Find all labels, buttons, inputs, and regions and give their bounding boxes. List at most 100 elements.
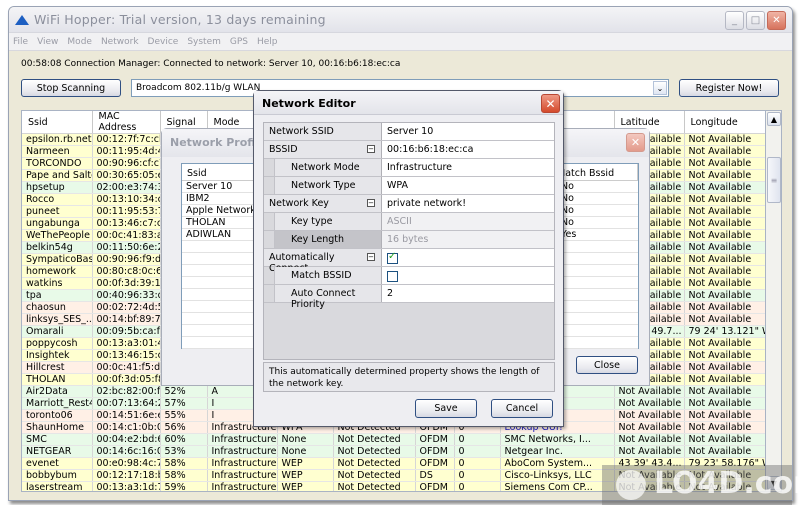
cell-mac-address: 00:02:72:4d:5 bbox=[92, 301, 161, 314]
scroll-up-icon[interactable]: ▲ bbox=[767, 112, 781, 126]
property-value[interactable]: 2 bbox=[382, 285, 554, 302]
cell-ssid: SympaticoBase bbox=[22, 253, 93, 266]
menu-view[interactable]: View bbox=[37, 37, 58, 47]
cell-type: OFDM bbox=[415, 445, 455, 458]
chevron-down-icon[interactable]: ⌄ bbox=[653, 81, 667, 95]
cell-mac-address: 00:11:95:53:7 bbox=[92, 205, 161, 218]
maximize-button[interactable]: □ bbox=[746, 11, 765, 30]
profile-ssid: ADIWLAN bbox=[186, 229, 232, 240]
property-row-network-mode[interactable]: Network Mode Infrastructure bbox=[264, 159, 554, 177]
adapter-select-value: Broadcom 802.11b/g WLAN bbox=[136, 83, 261, 93]
property-row-bssid[interactable]: BSSID −00:16:b6:18:ec:ca bbox=[264, 141, 554, 159]
cell-mac-address: 00:11:95:4d:4 bbox=[92, 145, 161, 158]
cell-vendor: AboCom System... bbox=[500, 457, 615, 470]
vertical-scrollbar[interactable]: ▲ ≡ ▼ bbox=[766, 110, 782, 492]
cell-mac-address: 00:14:bf:89:7 bbox=[92, 313, 161, 326]
table-row[interactable]: SMC00:04:e2:bd:65:f660%InfrastructureNon… bbox=[22, 433, 765, 446]
cell-mode: Infrastructure bbox=[207, 481, 278, 491]
collapse-icon[interactable]: − bbox=[367, 199, 375, 207]
cell-signal: 55% bbox=[160, 409, 208, 422]
cancel-button[interactable]: Cancel bbox=[491, 399, 553, 418]
property-row-network-key[interactable]: Network Key − private network! bbox=[264, 195, 554, 213]
register-now-button[interactable]: Register Now! bbox=[679, 79, 779, 97]
cell-signal: 58% bbox=[160, 457, 208, 470]
cell-ssid: puneet bbox=[22, 205, 93, 218]
editor-close-icon[interactable]: ✕ bbox=[541, 94, 560, 113]
cell-ssid: Pape and Salter bbox=[22, 169, 93, 182]
cell-signal: 57% bbox=[160, 397, 208, 410]
cell-mode: Infrastructure bbox=[207, 433, 278, 446]
property-value: ASCII bbox=[382, 213, 554, 230]
cell-longitude: Not Available bbox=[684, 193, 765, 206]
cell-channel: 0 bbox=[454, 445, 501, 458]
connection-status: 00:58:08 Connection Manager: Connected t… bbox=[21, 59, 401, 69]
cell-security: None bbox=[277, 433, 334, 446]
cell-mac-address: 00:13:46:c7:c bbox=[92, 217, 161, 230]
cell-longitude: Not Available bbox=[684, 301, 765, 314]
property-row-match-bssid[interactable]: Match BSSID bbox=[264, 267, 554, 285]
profiles-column-match-bssid[interactable]: Match Bssid bbox=[552, 164, 638, 180]
close-button[interactable]: ✕ bbox=[767, 11, 786, 30]
cell-mac-address: 00:90:96:cf:c7 bbox=[92, 157, 161, 170]
property-value[interactable]: private network! bbox=[382, 195, 554, 212]
cell-mac-address: 00:07:13:64:22:17 bbox=[92, 397, 161, 410]
cell-latitude: Not Available bbox=[614, 409, 685, 422]
cell-mac-address: 00:14:6c:16:00:e8 bbox=[92, 445, 161, 458]
collapse-icon[interactable]: − bbox=[367, 253, 375, 261]
cell-ssid: Insightek bbox=[22, 349, 93, 362]
cell-channel: 0 bbox=[454, 457, 501, 470]
collapse-icon[interactable]: − bbox=[367, 145, 375, 153]
editor-title: Network Editor bbox=[254, 91, 563, 115]
property-row-network-type[interactable]: Network Type WPA bbox=[264, 177, 554, 195]
menu-gps[interactable]: GPS bbox=[230, 37, 248, 47]
cell-ssid: hpsetup bbox=[22, 181, 93, 194]
property-row-automatically-connect[interactable]: Automatically Connect− bbox=[264, 249, 554, 274]
cell-latitude: Not Available bbox=[614, 421, 685, 434]
property-row-auto-connect-priority[interactable]: Auto Connect Priority 2 bbox=[264, 285, 554, 310]
cell-longitude: Not Available bbox=[684, 181, 765, 194]
property-key: Match BSSID bbox=[291, 270, 352, 281]
cell-mac-address: 02:bc:82:00:fd:7d bbox=[92, 385, 161, 398]
property-row-key-length[interactable]: Key Length 16 bytes bbox=[264, 231, 554, 249]
menu-network[interactable]: Network bbox=[101, 37, 139, 47]
cell-security: WEP bbox=[277, 469, 334, 482]
cell-ssid: bobbybum bbox=[22, 469, 93, 482]
table-row[interactable]: NETGEAR00:14:6c:16:00:e853%Infrastructur… bbox=[22, 445, 765, 458]
minimize-button[interactable]: _ bbox=[725, 11, 744, 30]
cell-vendor: SMC Networks, I... bbox=[500, 433, 615, 446]
stop-scanning-button[interactable]: Stop Scanning bbox=[21, 79, 121, 97]
menu-file[interactable]: File bbox=[13, 37, 28, 47]
profiles-close-button[interactable]: Close bbox=[576, 356, 638, 374]
menu-system[interactable]: System bbox=[187, 37, 221, 47]
column-header-longitude[interactable]: Longitude bbox=[684, 111, 765, 134]
column-header-ssid[interactable]: Ssid bbox=[22, 111, 93, 134]
cell-ssid: Rocco bbox=[22, 193, 93, 206]
cell-longitude: Not Available bbox=[684, 421, 765, 434]
cell-longitude: Not Available bbox=[684, 229, 765, 242]
menu-device[interactable]: Device bbox=[148, 37, 179, 47]
profiles-close-icon[interactable]: ✕ bbox=[626, 133, 645, 152]
property-row-network-ssid[interactable]: Network SSID Server 10 bbox=[264, 123, 554, 141]
property-value[interactable]: WPA bbox=[382, 177, 554, 194]
scroll-thumb[interactable]: ≡ bbox=[767, 157, 781, 203]
property-key: Network SSID bbox=[269, 126, 334, 137]
property-value[interactable]: Server 10 bbox=[382, 123, 554, 140]
cell-security: WEP bbox=[277, 481, 334, 491]
column-header-mac-address[interactable]: MAC Address bbox=[92, 111, 161, 134]
menu-help[interactable]: Help bbox=[257, 37, 278, 47]
save-button[interactable]: Save bbox=[415, 399, 477, 418]
cell-mode: Infrastructure bbox=[207, 457, 278, 470]
checkbox-unchecked[interactable] bbox=[387, 271, 398, 282]
menu-mode[interactable]: Mode bbox=[67, 37, 92, 47]
cell-longitude: Not Available bbox=[684, 277, 765, 290]
checkbox-checked[interactable] bbox=[387, 251, 398, 264]
cell-longitude: Not Available bbox=[684, 145, 765, 158]
cell-longitude: Not Available bbox=[684, 265, 765, 278]
property-value[interactable]: 00:16:b6:18:ec:ca bbox=[382, 141, 554, 158]
cell-ssid: epsilon.rb.net bbox=[22, 133, 93, 146]
property-row-key-type[interactable]: Key type ASCII bbox=[264, 213, 554, 231]
cell-type: DS bbox=[415, 469, 455, 482]
cell-mac-address: 00:14:c1:0b:00:9e bbox=[92, 421, 161, 434]
cell-channel: 0 bbox=[454, 481, 501, 491]
property-value[interactable]: Infrastructure bbox=[382, 159, 554, 176]
